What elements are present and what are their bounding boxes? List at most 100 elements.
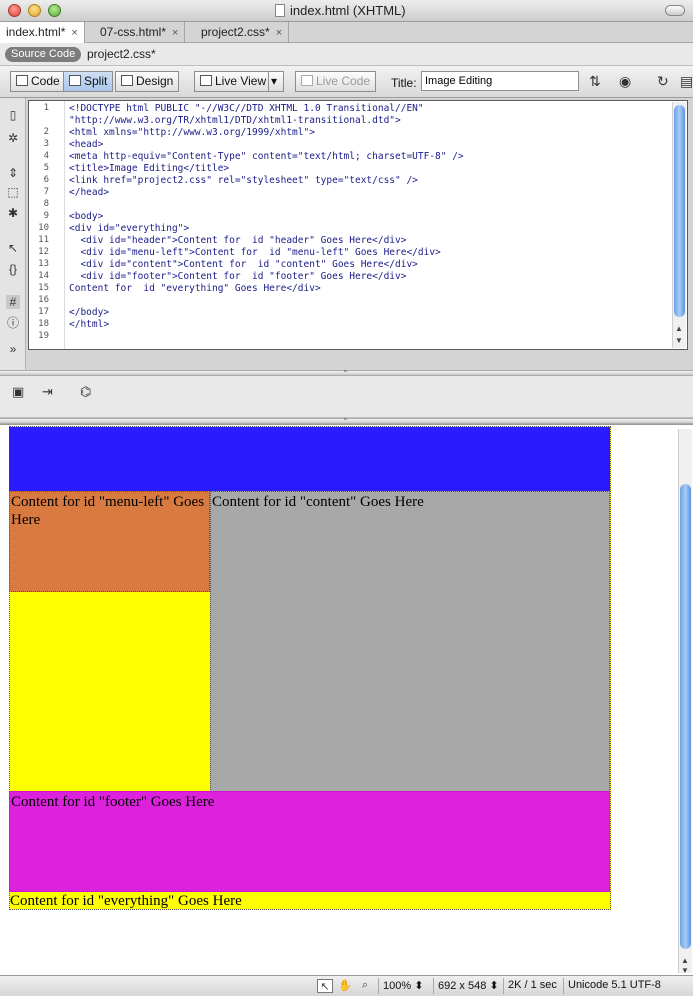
dreamweaver-window: index.html (XHTML) index.html* × 07-css.h… <box>0 0 693 996</box>
footer-div[interactable]: Content for id "footer" Goes Here <box>9 791 610 892</box>
line-number: 14 <box>38 271 49 281</box>
zoom-window-button[interactable] <box>48 4 61 17</box>
collapse-tag-icon[interactable]: ⇕ <box>6 166 20 180</box>
highlight-invalid-code-icon[interactable]: ⓘ <box>6 316 20 330</box>
tab-07-css-html[interactable]: 07-css.html* × <box>94 22 186 43</box>
minimize-window-button[interactable] <box>28 4 41 17</box>
code-line[interactable]: </html> <box>69 319 109 330</box>
scroll-down-icon[interactable]: ▼ <box>675 336 683 345</box>
close-window-button[interactable] <box>8 4 21 17</box>
code-line[interactable]: <!DOCTYPE html PUBLIC "-//W3C//DTD XHTML… <box>69 103 424 114</box>
code-scrollbar[interactable]: ▲ ▼ <box>672 102 686 348</box>
design-scroll-thumb[interactable] <box>680 484 691 949</box>
code-line[interactable]: </body> <box>69 307 109 318</box>
code-line[interactable]: <div id="footer">Content for id "footer"… <box>69 271 406 282</box>
tab-index-html[interactable]: index.html* × <box>0 22 85 43</box>
settings-icon[interactable]: ✲ <box>6 131 20 145</box>
zoom-select[interactable]: 100% ⬍ <box>378 978 430 994</box>
line-number-gutter: 1 2 3 4 5 6 7 8 9 10 11 12 13 14 15 16 1… <box>29 101 65 349</box>
scroll-down-icon[interactable]: ▼ <box>681 966 689 975</box>
preview-browser-icon[interactable]: ◉ <box>619 73 631 90</box>
code-line[interactable]: Content for id "everything" Goes Here</d… <box>69 283 321 294</box>
balance-braces-icon[interactable]: {} <box>6 262 20 276</box>
encoding-indicator: Unicode 5.1 UTF-8 <box>563 978 665 994</box>
chevron-updown-icon: ⬍ <box>414 980 424 992</box>
tab-close-icon[interactable]: × <box>276 27 282 39</box>
refresh-icon[interactable]: ↻ <box>657 73 669 90</box>
live-code-button[interactable]: Live Code <box>295 71 377 92</box>
source-code-button[interactable]: Source Code <box>5 47 82 62</box>
code-line[interactable]: <div id="content">Content for id "conten… <box>69 259 417 270</box>
select-parent-tag-icon[interactable]: ↖ <box>6 241 20 255</box>
page-title-input[interactable] <box>421 71 579 91</box>
chevron-down-icon: ▾ <box>271 74 278 88</box>
expand-all-icon[interactable]: ✱ <box>6 206 20 220</box>
line-number: 17 <box>38 307 49 317</box>
line-number: 9 <box>43 211 49 221</box>
header-div[interactable] <box>9 427 610 491</box>
line-number: 8 <box>43 199 49 209</box>
line-numbers-icon[interactable]: # <box>6 295 20 309</box>
code-scroll-thumb[interactable] <box>674 105 685 317</box>
split-view-button[interactable]: Split <box>63 71 114 92</box>
line-number: 3 <box>43 139 49 149</box>
code-view-button[interactable]: Code <box>10 71 66 92</box>
line-number: 10 <box>38 223 49 233</box>
zoom-tool-icon[interactable]: ⌕ <box>357 979 373 993</box>
code-editor[interactable]: 1 2 3 4 5 6 7 8 9 10 11 12 13 14 15 16 1… <box>28 100 688 350</box>
tab-label: 07-css.html* <box>100 25 167 39</box>
code-view: ▯ ✲ ⇕ ⬚ ✱ ↖ {} # ⓘ » 1 2 3 4 5 6 7 8 9 1 <box>0 98 693 370</box>
collapse-selection-icon[interactable]: ⬚ <box>6 185 20 199</box>
code-line[interactable]: <html xmlns="http://www.w3.org/1999/xhtm… <box>69 127 315 138</box>
code-line[interactable]: <title>Image Editing</title> <box>69 163 229 174</box>
insert-icon[interactable]: ⇥ <box>42 384 53 400</box>
content-div[interactable]: Content for id "content" Goes Here <box>210 491 610 792</box>
toolbar-toggle-button[interactable] <box>665 5 685 16</box>
related-file-project2-css[interactable]: project2.css* <box>87 47 156 61</box>
browser-navigation-bar: ▣ ⇥ ⌬ <box>0 377 693 418</box>
title-label: Title: <box>391 76 417 90</box>
code-line[interactable]: <div id="menu-left">Content for id "menu… <box>69 247 440 258</box>
document-toolbar: Code Split Design Live View ▾ Live Code … <box>0 66 693 98</box>
document-tabs: index.html* × 07-css.html* × project2.css*… <box>0 22 693 43</box>
open-documents-icon[interactable]: ▯ <box>6 108 20 122</box>
everything-text[interactable]: Content for id "everything" Goes Here <box>9 891 610 910</box>
code-line[interactable]: "http://www.w3.org/TR/xhtml1/DTD/xhtml1-… <box>69 115 401 126</box>
book-icon[interactable]: ▣ <box>12 384 24 400</box>
title-bar[interactable]: index.html (XHTML) <box>0 0 693 22</box>
line-number: 16 <box>38 295 49 305</box>
line-number: 5 <box>43 163 49 173</box>
line-number: 2 <box>43 127 49 137</box>
more-tools-icon[interactable]: » <box>6 342 20 356</box>
select-tool-icon[interactable]: ↖ <box>317 979 333 993</box>
file-management-icon[interactable]: ⇅ <box>589 73 601 90</box>
design-view[interactable]: Content for id "menu-left" Goes Here Con… <box>0 424 693 975</box>
code-line[interactable]: <div id="header">Content for id "header"… <box>69 235 406 246</box>
window-size-select[interactable]: 692 x 548 ⬍ <box>433 978 499 994</box>
scroll-up-icon[interactable]: ▲ <box>675 324 683 333</box>
download-time: 2K / 1 sec <box>503 978 561 994</box>
design-view-button[interactable]: Design <box>115 71 180 92</box>
chevron-updown-icon: ⬍ <box>489 980 499 992</box>
code-line[interactable]: </head> <box>69 187 109 198</box>
code-line[interactable]: <div id="everything"> <box>69 223 189 234</box>
code-line[interactable]: <head> <box>69 139 103 150</box>
design-scrollbar[interactable]: ▲ ▼ <box>678 429 692 975</box>
document-icon <box>275 4 285 17</box>
code-line[interactable]: <body> <box>69 211 103 222</box>
hand-tool-icon[interactable]: ✋ <box>337 979 353 993</box>
live-view-dropdown[interactable]: ▾ <box>268 71 284 92</box>
split-divider-top[interactable]: ⌃ <box>0 369 693 378</box>
inspect-icon[interactable]: ⌬ <box>80 384 91 400</box>
tab-project2-css[interactable]: project2.css* × <box>195 22 290 43</box>
tab-close-icon[interactable]: × <box>71 27 77 39</box>
menu-left-div[interactable]: Content for id "menu-left" Goes Here <box>9 491 210 592</box>
live-view-button[interactable]: Live View <box>194 71 273 92</box>
code-line[interactable]: <link href="project2.css" rel="styleshee… <box>69 175 418 186</box>
status-bar: ↖ ✋ ⌕ 100% ⬍ 692 x 548 ⬍ 2K / 1 sec Unic… <box>0 975 693 996</box>
scroll-up-icon[interactable]: ▲ <box>681 956 689 965</box>
tab-close-icon[interactable]: × <box>172 27 178 39</box>
code-line[interactable]: <meta http-equiv="Content-Type" content=… <box>69 151 464 162</box>
line-number: 15 <box>38 283 49 293</box>
view-options-icon[interactable]: ▤ <box>680 73 693 90</box>
